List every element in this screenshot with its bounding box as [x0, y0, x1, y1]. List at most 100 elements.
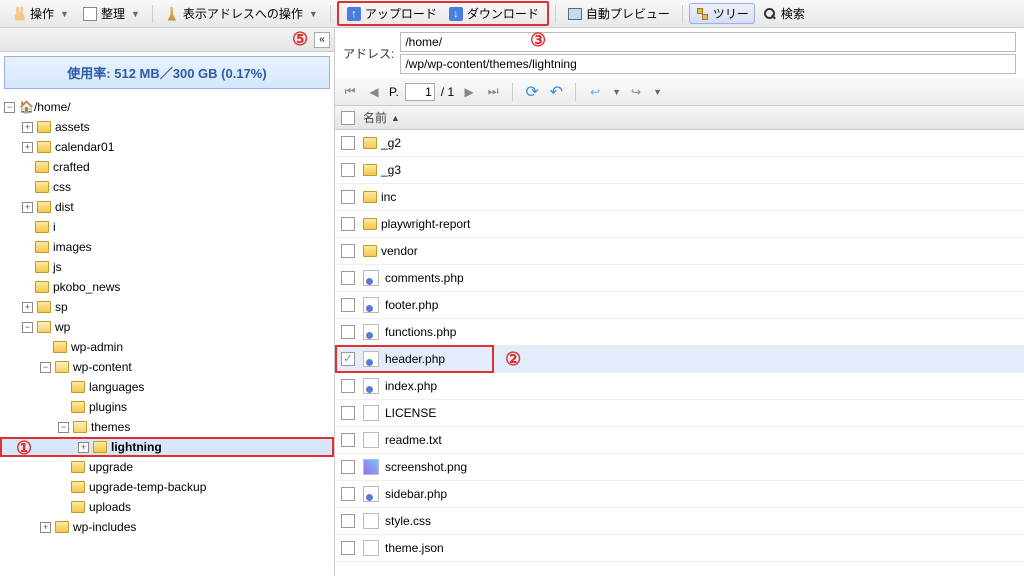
auto-preview-button[interactable]: 自動プレビュー	[562, 3, 676, 24]
folder-icon	[71, 381, 85, 393]
file-name: index.php	[385, 379, 437, 393]
file-checkbox[interactable]	[341, 298, 355, 312]
file-row[interactable]: LICENSE	[335, 400, 1024, 427]
expand-icon[interactable]: −	[40, 362, 51, 373]
address-input-2[interactable]	[400, 54, 1016, 74]
file-row[interactable]: theme.json	[335, 535, 1024, 562]
tree-item-languages[interactable]: languages	[0, 377, 334, 397]
tree-item-wp[interactable]: −wp	[0, 317, 334, 337]
folder-icon	[363, 164, 377, 176]
file-checkbox[interactable]	[341, 136, 355, 150]
addr-ops-menu[interactable]: 表示アドレスへの操作▼	[159, 3, 324, 24]
file-checkbox[interactable]	[341, 352, 355, 366]
refresh-button[interactable]: ⟳	[523, 83, 541, 101]
file-row[interactable]: _g3	[335, 157, 1024, 184]
folder-icon	[37, 301, 51, 313]
expand-icon[interactable]: +	[78, 442, 89, 453]
file-checkbox[interactable]	[341, 487, 355, 501]
tree-label: upgrade	[89, 460, 133, 474]
expand-icon[interactable]: −	[58, 422, 69, 433]
tree-item-sp[interactable]: +sp	[0, 297, 334, 317]
file-row[interactable]: inc	[335, 184, 1024, 211]
page-input[interactable]	[405, 83, 435, 101]
collapse-icon[interactable]: −	[4, 102, 15, 113]
tree-item-upgrade-temp-backup[interactable]: upgrade-temp-backup	[0, 477, 334, 497]
tree-item-themes[interactable]: −themes	[0, 417, 334, 437]
prev-page-button[interactable]: ◀	[365, 83, 383, 101]
expand-icon[interactable]: +	[22, 122, 33, 133]
upload-button[interactable]: ↑アップロード	[341, 3, 443, 24]
file-checkbox[interactable]	[341, 460, 355, 474]
annotation-2: ②	[505, 349, 521, 370]
file-checkbox[interactable]	[341, 163, 355, 177]
expand-icon[interactable]: +	[22, 302, 33, 313]
address-input-1[interactable]	[400, 32, 1016, 52]
file-checkbox[interactable]	[341, 190, 355, 204]
expand-icon[interactable]: −	[22, 322, 33, 333]
tree-root[interactable]: − 🏠 /home/	[0, 97, 334, 117]
tree-item-wp-content[interactable]: −wp-content	[0, 357, 334, 377]
file-checkbox[interactable]	[341, 406, 355, 420]
tree-item-js[interactable]: js	[0, 257, 334, 277]
file-checkbox[interactable]	[341, 541, 355, 555]
tree-item-wp-includes[interactable]: +wp-includes	[0, 517, 334, 537]
file-row[interactable]: style.css	[335, 508, 1024, 535]
file-row[interactable]: screenshot.png	[335, 454, 1024, 481]
tree-item-uploads[interactable]: uploads	[0, 497, 334, 517]
file-row[interactable]: functions.php	[335, 319, 1024, 346]
tree-item-wp-admin[interactable]: wp-admin	[0, 337, 334, 357]
annotation-1: ①	[16, 438, 32, 459]
file-checkbox[interactable]	[341, 217, 355, 231]
tree-item-assets[interactable]: +assets	[0, 117, 334, 137]
undo-button[interactable]: ↩	[586, 83, 604, 101]
file-row[interactable]: header.php ②	[335, 346, 1024, 373]
file-checkbox[interactable]	[341, 244, 355, 258]
tree-item-upgrade[interactable]: upgrade	[0, 457, 334, 477]
monitor-icon	[568, 8, 582, 20]
last-page-button[interactable]: ⏭	[484, 83, 502, 101]
expand-icon[interactable]: +	[40, 522, 51, 533]
file-row[interactable]: footer.php	[335, 292, 1024, 319]
tree-item-dist[interactable]: +dist	[0, 197, 334, 217]
tree-item-css[interactable]: css	[0, 177, 334, 197]
organize-menu[interactable]: 整理▼	[77, 3, 146, 24]
first-page-button[interactable]: ⏮	[341, 83, 359, 101]
expand-icon[interactable]: +	[22, 202, 33, 213]
file-checkbox[interactable]	[341, 325, 355, 339]
tree-item-pkobo_news[interactable]: pkobo_news	[0, 277, 334, 297]
tree-item-lightning[interactable]: +lightning	[0, 437, 334, 457]
tree-item-plugins[interactable]: plugins	[0, 397, 334, 417]
tree-toggle[interactable]: ツリー	[689, 3, 755, 24]
file-name: readme.txt	[385, 433, 442, 447]
tree-item-crafted[interactable]: crafted	[0, 157, 334, 177]
next-page-button[interactable]: ▶	[460, 83, 478, 101]
up-button[interactable]: ↶	[547, 83, 565, 101]
tree-item-i[interactable]: i	[0, 217, 334, 237]
file-checkbox[interactable]	[341, 433, 355, 447]
file-row[interactable]: comments.php	[335, 265, 1024, 292]
chevron-down-icon: ▼	[309, 9, 318, 19]
file-checkbox[interactable]	[341, 271, 355, 285]
download-button[interactable]: ↓ダウンロード	[443, 3, 545, 24]
file-row[interactable]: readme.txt	[335, 427, 1024, 454]
select-all-checkbox[interactable]	[341, 111, 355, 125]
download-icon: ↓	[449, 7, 463, 21]
search-button[interactable]: 検索	[757, 3, 811, 24]
file-row[interactable]: playwright-report	[335, 211, 1024, 238]
tree-item-calendar01[interactable]: +calendar01	[0, 137, 334, 157]
folder-icon	[73, 421, 87, 433]
collapse-button[interactable]: «	[314, 32, 330, 48]
file-name: header.php	[385, 352, 445, 366]
expand-icon[interactable]: +	[22, 142, 33, 153]
file-row[interactable]: sidebar.php	[335, 481, 1024, 508]
file-row[interactable]: index.php	[335, 373, 1024, 400]
redo-button[interactable]: ↪	[627, 83, 645, 101]
file-checkbox[interactable]	[341, 379, 355, 393]
folder-icon	[53, 341, 67, 353]
operate-menu[interactable]: 操作▼	[6, 3, 75, 24]
column-name[interactable]: 名前	[363, 109, 387, 126]
file-checkbox[interactable]	[341, 514, 355, 528]
tree-item-images[interactable]: images	[0, 237, 334, 257]
file-row[interactable]: _g2	[335, 130, 1024, 157]
file-row[interactable]: vendor	[335, 238, 1024, 265]
